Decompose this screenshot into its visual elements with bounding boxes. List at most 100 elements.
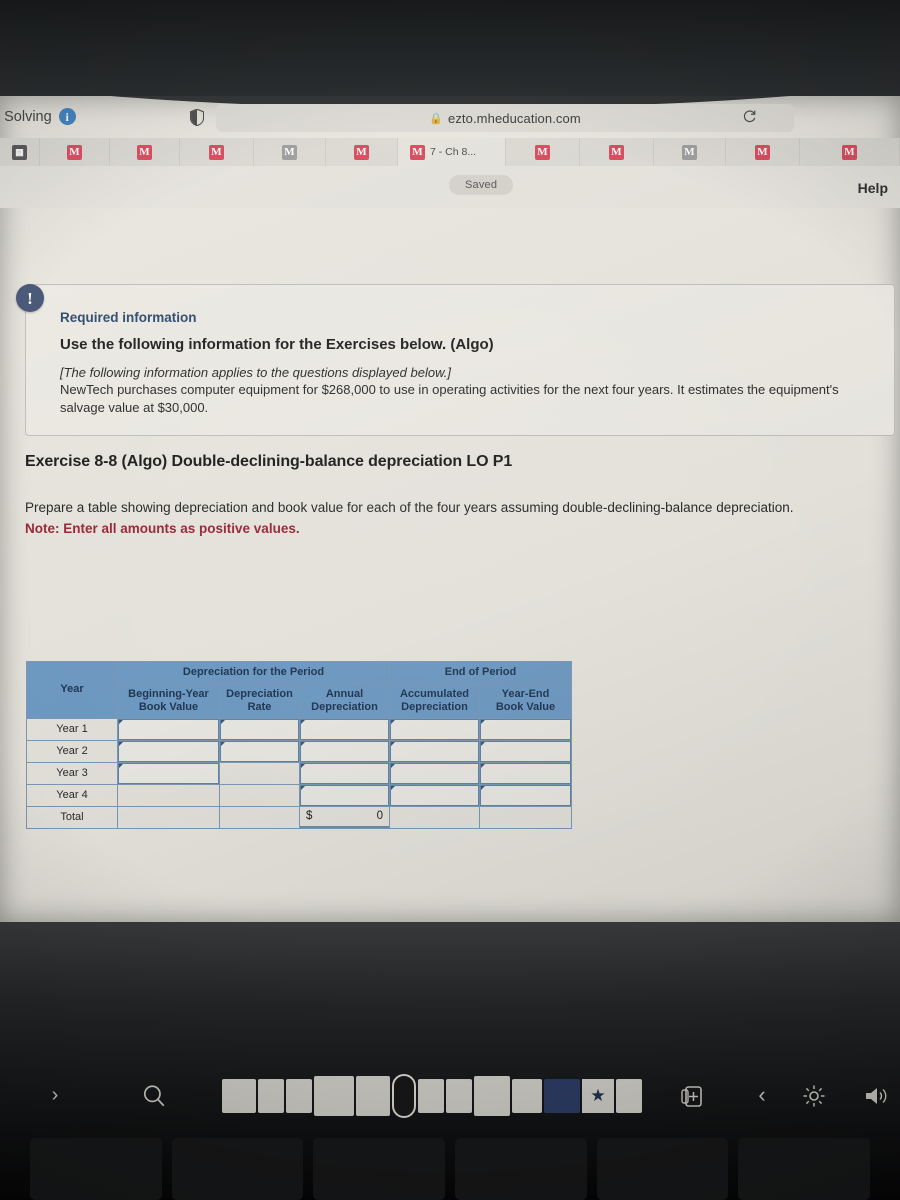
add-app-icon[interactable]	[676, 1080, 708, 1112]
cell-year3-annual-depreciation[interactable]	[299, 761, 390, 785]
volume-icon[interactable]	[862, 1082, 892, 1110]
cell-year4-accumulated-depreciation[interactable]	[389, 783, 480, 807]
input-cell[interactable]	[118, 785, 219, 806]
keyboard-key[interactable]	[30, 1138, 162, 1200]
browser-tab-2[interactable]: M	[110, 138, 180, 166]
cell-year3-beginning-book-value[interactable]	[117, 761, 220, 785]
cell-year1-accumulated-depreciation[interactable]	[389, 717, 480, 741]
cell-year1-depreciation-rate[interactable]	[219, 717, 300, 741]
header-line-2: Depreciation	[401, 700, 468, 713]
browser-tab-7[interactable]: M	[506, 138, 580, 166]
input-cell[interactable]	[390, 718, 479, 740]
chevron-left-icon[interactable]: ‹	[748, 1080, 776, 1110]
cell-year4-beginning-book-value[interactable]	[117, 783, 220, 807]
input-cell[interactable]	[118, 718, 219, 740]
input-cell[interactable]	[300, 740, 389, 762]
touchbar-app[interactable]	[474, 1076, 510, 1116]
cell-year1-annual-depreciation[interactable]	[299, 717, 390, 741]
tab-strip[interactable]: ▦ M M M M M M 7 - Ch 8... M M M M M	[0, 138, 900, 166]
input-cell[interactable]	[300, 762, 389, 784]
pinned-tab[interactable]: ▦	[0, 138, 40, 166]
cell-year2-annual-depreciation[interactable]	[299, 739, 390, 763]
cell-year1-year-end-book-value[interactable]	[479, 717, 572, 741]
browser-tab-active[interactable]: M 7 - Ch 8...	[398, 138, 506, 166]
exclamation-icon: !	[16, 284, 44, 312]
touchbar-app[interactable]	[222, 1079, 256, 1113]
input-cell[interactable]	[220, 718, 299, 740]
info-icon[interactable]: i	[58, 108, 76, 125]
input-cell[interactable]	[300, 784, 389, 806]
keyboard-key[interactable]	[171, 1138, 304, 1200]
input-cell[interactable]	[118, 762, 219, 784]
browser-tab-9[interactable]: M	[654, 138, 726, 166]
touchbar-app[interactable]	[544, 1079, 580, 1113]
input-cell[interactable]	[300, 718, 389, 740]
input-cell[interactable]	[480, 762, 571, 784]
column-header-year: Year	[26, 661, 118, 719]
group-header-depreciation-for-the-period: Depreciation for the Period	[117, 661, 390, 684]
depreciation-table[interactable]: Year Depreciation for the Period End of …	[26, 661, 572, 829]
cell-year2-depreciation-rate[interactable]	[219, 739, 300, 763]
url-text: ezto.mheducation.com	[448, 110, 581, 126]
input-cell[interactable]	[480, 718, 571, 740]
table-group-header-row: Year Depreciation for the Period End of …	[26, 661, 572, 719]
touchbar-app[interactable]	[446, 1079, 472, 1113]
cell-year2-year-end-book-value[interactable]	[479, 739, 572, 763]
input-cell[interactable]	[220, 763, 299, 784]
input-cell[interactable]	[390, 784, 479, 806]
required-information-heading: Use the following information for the Ex…	[60, 336, 494, 353]
touchbar-app[interactable]	[314, 1076, 354, 1116]
cell-year1-beginning-book-value[interactable]	[117, 717, 220, 741]
mcgraw-hill-favicon: M	[282, 144, 297, 160]
browser-tab-8[interactable]: M	[580, 138, 654, 166]
cell-year3-year-end-book-value[interactable]	[479, 761, 572, 785]
input-cell[interactable]	[390, 762, 479, 784]
touchbar-app[interactable]	[616, 1079, 642, 1113]
touchbar-active-app[interactable]	[392, 1074, 416, 1118]
chevron-right-icon[interactable]: ›	[40, 1080, 70, 1110]
cell-year3-depreciation-rate[interactable]	[219, 761, 300, 785]
keyboard-key[interactable]	[313, 1138, 446, 1200]
help-link[interactable]: Help	[858, 180, 888, 196]
empty-cell	[480, 807, 571, 828]
header-line-1: Accumulated	[399, 687, 470, 700]
input-cell[interactable]	[220, 740, 299, 762]
cell-year4-depreciation-rate[interactable]	[219, 783, 300, 807]
star-icon[interactable]: ★	[582, 1079, 614, 1113]
touch-bar-app-strip[interactable]: ★	[222, 1074, 642, 1118]
brightness-icon[interactable]	[800, 1082, 828, 1110]
address-bar[interactable]: 🔒 ezto.mheducation.com	[216, 104, 794, 132]
browser-tab-5[interactable]: M	[326, 138, 398, 166]
cell-year3-accumulated-depreciation[interactable]	[389, 761, 480, 785]
laptop-photo: 🔒 ezto.mheducation.com ▦ M M M M M M 7 -…	[0, 0, 900, 1200]
mcgraw-hill-favicon: M	[682, 144, 697, 160]
touchbar-app[interactable]	[418, 1079, 444, 1113]
keyboard-key[interactable]	[455, 1138, 587, 1200]
input-cell[interactable]	[480, 784, 571, 806]
browser-tab-10[interactable]: M	[726, 138, 800, 166]
cell-year2-accumulated-depreciation[interactable]	[389, 739, 480, 763]
touchbar-app[interactable]	[512, 1079, 542, 1113]
page-title: Exercise 8-8 (Algo) Double-declining-bal…	[25, 453, 513, 470]
keyboard-key[interactable]	[738, 1138, 871, 1200]
mcgraw-hill-favicon: M	[410, 144, 425, 160]
cell-year4-annual-depreciation[interactable]	[299, 783, 390, 807]
search-icon[interactable]	[138, 1080, 170, 1112]
keyboard-key[interactable]	[596, 1138, 729, 1200]
touchbar-app[interactable]	[356, 1076, 390, 1116]
browser-tab-3[interactable]: M	[180, 138, 254, 166]
input-cell[interactable]	[390, 740, 479, 762]
touchbar-app[interactable]	[258, 1079, 284, 1113]
browser-tab-1[interactable]: M	[40, 138, 110, 166]
browser-tab-11[interactable]: M	[800, 138, 900, 166]
cell-year4-year-end-book-value[interactable]	[479, 783, 572, 807]
input-cell[interactable]	[220, 785, 299, 806]
instruction-note: Note: Enter all amounts as positive valu…	[25, 520, 300, 536]
touchbar-app[interactable]	[286, 1079, 312, 1113]
cell-year2-beginning-book-value[interactable]	[117, 739, 220, 763]
input-cell[interactable]	[118, 740, 219, 762]
shield-icon[interactable]	[189, 108, 205, 127]
browser-tab-4[interactable]: M	[254, 138, 326, 166]
reload-icon[interactable]	[742, 109, 757, 124]
input-cell[interactable]	[480, 740, 571, 762]
